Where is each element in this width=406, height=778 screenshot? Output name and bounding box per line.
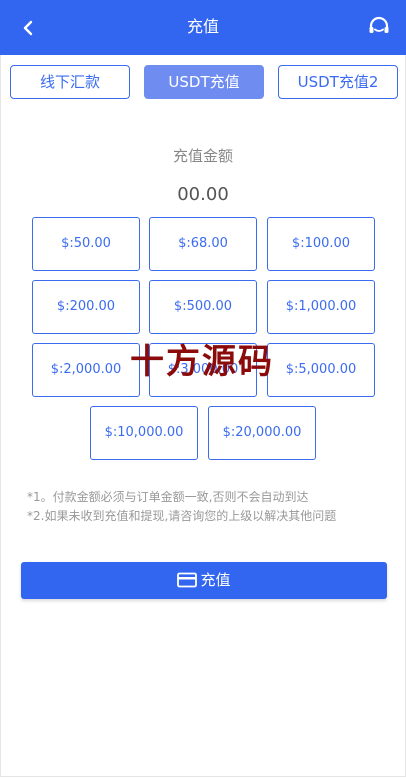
amount-option[interactable]: $:5,000.00 (267, 343, 375, 397)
tab-offline-remittance[interactable]: 线下汇款 (10, 65, 130, 99)
tab-usdt-recharge-2[interactable]: USDT充值2 (278, 65, 398, 99)
amount-label: 充值金额 (172, 147, 233, 165)
amount-option[interactable]: $:68.00 (149, 217, 257, 271)
recharge-submit-button[interactable]: 充值 (21, 562, 387, 599)
back-button[interactable] (14, 14, 42, 42)
amount-option[interactable]: $:3,000.00 (149, 343, 257, 397)
customer-service-button[interactable] (364, 12, 394, 42)
amount-value[interactable]: 00.00 (0, 184, 406, 205)
amount-option[interactable]: $:500.00 (149, 280, 257, 334)
amount-option[interactable]: $:100.00 (267, 217, 375, 271)
recharge-notes: *1。付款金额必须与订单金额一致,否则不会自动到达 *2.如果未收到充值和提现,… (27, 488, 336, 526)
amount-option[interactable]: $:2,000.00 (32, 343, 140, 397)
tab-usdt-recharge[interactable]: USDT充值 (144, 65, 264, 99)
amount-option[interactable]: $:10,000.00 (90, 406, 198, 460)
amount-option[interactable]: $:1,000.00 (267, 280, 375, 334)
card-icon (177, 572, 198, 587)
recharge-method-tabs: 线下汇款 USDT充值 USDT充值2 (10, 65, 398, 99)
note-2: *2.如果未收到充值和提现,请咨询您的上级以解决其他问题 (27, 509, 337, 523)
chevron-left-icon (23, 20, 33, 36)
amount-option[interactable]: $:200.00 (32, 280, 140, 334)
note-1: *1。付款金额必须与订单金额一致,否则不会自动到达 (27, 490, 309, 504)
amount-option[interactable]: $:20,000.00 (208, 406, 316, 460)
page-title: 充值 (186, 17, 219, 36)
app-header: 充值 (0, 0, 406, 55)
amount-option[interactable]: $:50.00 (32, 217, 140, 271)
headset-icon (369, 16, 389, 33)
submit-label: 充值 (200, 571, 231, 589)
